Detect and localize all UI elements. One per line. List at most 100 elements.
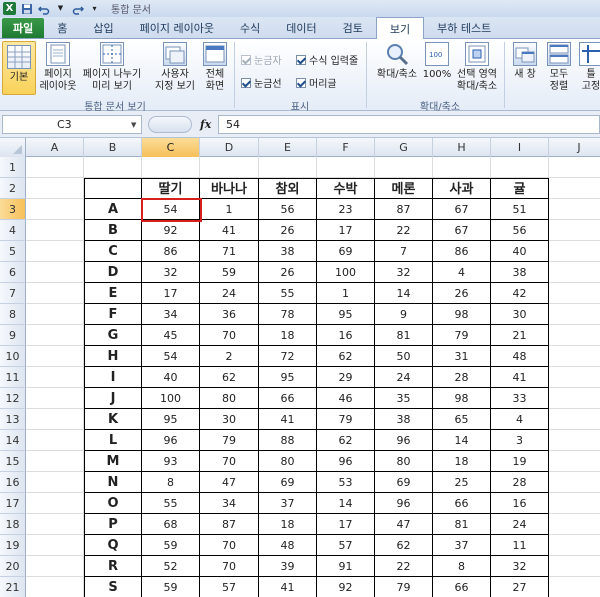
cell-f19[interactable]: 57 — [317, 535, 375, 556]
tab-data[interactable]: 데이터 — [273, 18, 329, 38]
cell-e18[interactable]: 18 — [259, 514, 317, 535]
cell-f6[interactable]: 100 — [317, 262, 375, 283]
cell-i4[interactable]: 56 — [491, 220, 549, 241]
cell-h14[interactable]: 14 — [433, 430, 491, 451]
cell-f4[interactable]: 17 — [317, 220, 375, 241]
chevron-down-icon[interactable]: ▼ — [131, 121, 136, 129]
cell-a2[interactable] — [26, 178, 84, 199]
row-header-15[interactable]: 15 — [0, 451, 26, 472]
cell-e15[interactable]: 80 — [259, 451, 317, 472]
cell-j17[interactable] — [549, 493, 600, 514]
cell-i9[interactable]: 21 — [491, 325, 549, 346]
cell-a13[interactable] — [26, 409, 84, 430]
cell-i7[interactable]: 42 — [491, 283, 549, 304]
cell-h19[interactable]: 37 — [433, 535, 491, 556]
cell-g2[interactable]: 메론 — [375, 178, 433, 199]
cell-f3[interactable]: 23 — [317, 199, 375, 220]
cell-h5[interactable]: 86 — [433, 241, 491, 262]
cell-e5[interactable]: 38 — [259, 241, 317, 262]
cell-i3[interactable]: 51 — [491, 199, 549, 220]
cell-g15[interactable]: 80 — [375, 451, 433, 472]
cell-j12[interactable] — [549, 388, 600, 409]
cell-e19[interactable]: 48 — [259, 535, 317, 556]
cell-d12[interactable]: 80 — [200, 388, 259, 409]
formula-bar-splitter[interactable] — [148, 116, 192, 133]
cell-d15[interactable]: 70 — [200, 451, 259, 472]
cell-f21[interactable]: 92 — [317, 577, 375, 597]
cell-a19[interactable] — [26, 535, 84, 556]
cell-a14[interactable] — [26, 430, 84, 451]
cell-c11[interactable]: 40 — [142, 367, 200, 388]
cell-f7[interactable]: 1 — [317, 283, 375, 304]
tab-load-test[interactable]: 부하 테스트 — [424, 18, 504, 38]
cell-j8[interactable] — [549, 304, 600, 325]
cell-g17[interactable]: 96 — [375, 493, 433, 514]
cell-e16[interactable]: 69 — [259, 472, 317, 493]
row-header-17[interactable]: 17 — [0, 493, 26, 514]
save-icon[interactable] — [20, 2, 33, 15]
redo-icon[interactable] — [71, 2, 84, 15]
cell-e1[interactable] — [259, 157, 317, 178]
cell-a17[interactable] — [26, 493, 84, 514]
cell-g11[interactable]: 24 — [375, 367, 433, 388]
cell-d17[interactable]: 34 — [200, 493, 259, 514]
row-header-21[interactable]: 21 — [0, 577, 26, 597]
row-header-8[interactable]: 8 — [0, 304, 26, 325]
row-header-16[interactable]: 16 — [0, 472, 26, 493]
cell-f14[interactable]: 62 — [317, 430, 375, 451]
cell-h1[interactable] — [433, 157, 491, 178]
cell-g5[interactable]: 7 — [375, 241, 433, 262]
cell-e6[interactable]: 26 — [259, 262, 317, 283]
cell-f10[interactable]: 62 — [317, 346, 375, 367]
cell-d4[interactable]: 41 — [200, 220, 259, 241]
column-header-b[interactable]: B — [84, 138, 142, 157]
cell-g20[interactable]: 22 — [375, 556, 433, 577]
cell-a1[interactable] — [26, 157, 84, 178]
cell-f17[interactable]: 14 — [317, 493, 375, 514]
cell-e21[interactable]: 41 — [259, 577, 317, 597]
cell-c20[interactable]: 52 — [142, 556, 200, 577]
cell-j15[interactable] — [549, 451, 600, 472]
cell-c3[interactable]: 54 — [142, 199, 200, 220]
tab-file[interactable]: 파일 — [2, 18, 45, 38]
cell-a15[interactable] — [26, 451, 84, 472]
row-header-6[interactable]: 6 — [0, 262, 26, 283]
cell-i2[interactable]: 귤 — [491, 178, 549, 199]
cell-c19[interactable]: 59 — [142, 535, 200, 556]
cell-g9[interactable]: 81 — [375, 325, 433, 346]
cell-e8[interactable]: 78 — [259, 304, 317, 325]
cell-c10[interactable]: 54 — [142, 346, 200, 367]
row-header-2[interactable]: 2 — [0, 178, 26, 199]
cell-j4[interactable] — [549, 220, 600, 241]
cell-j6[interactable] — [549, 262, 600, 283]
formula-input[interactable]: 54 — [218, 115, 600, 134]
cell-g10[interactable]: 50 — [375, 346, 433, 367]
cell-b20[interactable]: R — [84, 556, 142, 577]
cell-i17[interactable]: 16 — [491, 493, 549, 514]
cell-d19[interactable]: 70 — [200, 535, 259, 556]
cell-i20[interactable]: 32 — [491, 556, 549, 577]
cell-c1[interactable] — [142, 157, 200, 178]
cell-d8[interactable]: 36 — [200, 304, 259, 325]
cell-a8[interactable] — [26, 304, 84, 325]
cell-g3[interactable]: 87 — [375, 199, 433, 220]
column-header-d[interactable]: D — [200, 138, 259, 157]
cell-g19[interactable]: 62 — [375, 535, 433, 556]
cell-b1[interactable] — [84, 157, 142, 178]
cell-c16[interactable]: 8 — [142, 472, 200, 493]
cell-i15[interactable]: 19 — [491, 451, 549, 472]
cell-h7[interactable]: 26 — [433, 283, 491, 304]
cell-b17[interactable]: O — [84, 493, 142, 514]
arrange-all-button[interactable]: 모두 정렬 — [544, 42, 574, 93]
cell-b15[interactable]: M — [84, 451, 142, 472]
cell-g18[interactable]: 47 — [375, 514, 433, 535]
row-header-7[interactable]: 7 — [0, 283, 26, 304]
cell-j16[interactable] — [549, 472, 600, 493]
cell-c8[interactable]: 34 — [142, 304, 200, 325]
cell-h18[interactable]: 81 — [433, 514, 491, 535]
cell-i10[interactable]: 48 — [491, 346, 549, 367]
cell-f12[interactable]: 46 — [317, 388, 375, 409]
column-header-g[interactable]: G — [375, 138, 433, 157]
cell-b3[interactable]: A — [84, 199, 142, 220]
cell-h10[interactable]: 31 — [433, 346, 491, 367]
